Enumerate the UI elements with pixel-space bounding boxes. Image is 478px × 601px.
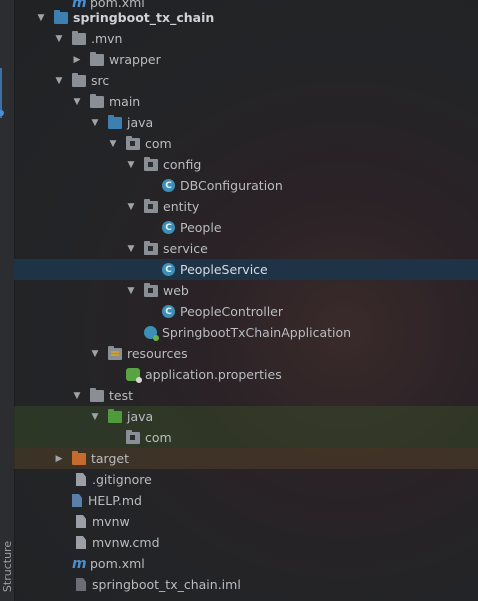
- tree-item-peopleservice[interactable]: C PeopleService: [14, 259, 478, 280]
- test-folder-icon: [108, 408, 122, 423]
- tree-item-service[interactable]: ▼ service: [14, 238, 478, 259]
- tree-item-target[interactable]: ▶ target: [14, 448, 478, 469]
- left-tool-strip: Structure: [0, 0, 15, 601]
- spring-boot-class-icon: [144, 326, 159, 341]
- class-icon: C: [162, 263, 175, 276]
- notification-dot: [0, 110, 4, 116]
- package-icon: [144, 282, 158, 297]
- tree-item-test-java[interactable]: ▼ java: [14, 406, 478, 427]
- folder-icon: [72, 30, 86, 45]
- markdown-file-icon: [72, 494, 82, 507]
- chevron-down-icon[interactable]: ▼: [90, 118, 100, 128]
- tree-item-dbconfiguration[interactable]: C DBConfiguration: [14, 175, 478, 196]
- file-icon: [76, 515, 86, 528]
- tree-item-main[interactable]: ▼ main: [14, 91, 478, 112]
- file-icon: [76, 473, 86, 486]
- tree-item-mvnw[interactable]: mvnw: [14, 511, 478, 532]
- tree-item-config[interactable]: ▼ config: [14, 154, 478, 175]
- tree-item-entity[interactable]: ▼ entity: [14, 196, 478, 217]
- tree-item-peoplecontroller[interactable]: C PeopleController: [14, 301, 478, 322]
- chevron-down-icon[interactable]: ▼: [54, 76, 64, 86]
- module-folder-icon: [54, 9, 68, 24]
- tree-item-help-md[interactable]: HELP.md: [14, 490, 478, 511]
- package-icon: [144, 240, 158, 255]
- chevron-down-icon[interactable]: ▼: [108, 139, 118, 149]
- package-icon: [144, 156, 158, 171]
- excluded-folder-icon: [72, 450, 86, 465]
- tree-item-wrapper[interactable]: ▶ wrapper: [14, 49, 478, 70]
- chevron-down-icon[interactable]: ▼: [126, 286, 136, 296]
- chevron-down-icon[interactable]: ▼: [72, 97, 82, 107]
- tree-item-gitignore[interactable]: .gitignore: [14, 469, 478, 490]
- class-icon: C: [162, 221, 175, 234]
- tree-item-main-java[interactable]: ▼ java: [14, 112, 478, 133]
- class-icon: C: [162, 305, 175, 318]
- tree-item-iml[interactable]: springboot_tx_chain.iml: [14, 574, 478, 595]
- tree-item-application-properties[interactable]: application.properties: [14, 364, 478, 385]
- tree-item-mvnw-cmd[interactable]: mvnw.cmd: [14, 532, 478, 553]
- tree-item-com[interactable]: ▼ com: [14, 133, 478, 154]
- tree-item-test[interactable]: ▼ test: [14, 385, 478, 406]
- tree-item-mvn[interactable]: ▼ .mvn: [14, 28, 478, 49]
- folder-icon: [90, 51, 104, 66]
- chevron-down-icon[interactable]: ▼: [126, 202, 136, 212]
- class-icon: C: [162, 179, 175, 192]
- chevron-down-icon[interactable]: ▼: [72, 391, 82, 401]
- tree-item-people[interactable]: C People: [14, 217, 478, 238]
- module-file-icon: [76, 578, 86, 591]
- maven-icon: m: [72, 555, 87, 572]
- chevron-down-icon[interactable]: ▼: [36, 13, 46, 23]
- package-icon: [126, 429, 140, 444]
- structure-tab[interactable]: Structure: [1, 541, 14, 592]
- chevron-down-icon[interactable]: ▼: [126, 160, 136, 170]
- folder-icon: [72, 72, 86, 87]
- properties-file-icon: [126, 368, 142, 383]
- tree-item-test-com[interactable]: com: [14, 427, 478, 448]
- chevron-right-icon[interactable]: ▶: [54, 454, 64, 464]
- tree-item-project-root[interactable]: ▼ springboot_tx_chain: [14, 7, 478, 28]
- tree-item-resources[interactable]: ▼ resources: [14, 343, 478, 364]
- tree-item-web[interactable]: ▼ web: [14, 280, 478, 301]
- tree-item-application-class[interactable]: SpringbootTxChainApplication: [14, 322, 478, 343]
- folder-icon: [90, 93, 104, 108]
- chevron-right-icon[interactable]: ▶: [72, 55, 82, 65]
- chevron-down-icon[interactable]: ▼: [54, 34, 64, 44]
- package-icon: [126, 135, 140, 150]
- file-icon: [76, 536, 86, 549]
- folder-icon: [90, 387, 104, 402]
- chevron-down-icon[interactable]: ▼: [90, 349, 100, 359]
- chevron-down-icon[interactable]: ▼: [126, 244, 136, 254]
- tree-item-src[interactable]: ▼ src: [14, 70, 478, 91]
- source-folder-icon: [108, 114, 122, 129]
- package-icon: [144, 198, 158, 213]
- chevron-down-icon[interactable]: ▼: [90, 412, 100, 422]
- tree-item-pom-xml[interactable]: m pom.xml: [14, 553, 478, 574]
- resources-folder-icon: [108, 345, 122, 360]
